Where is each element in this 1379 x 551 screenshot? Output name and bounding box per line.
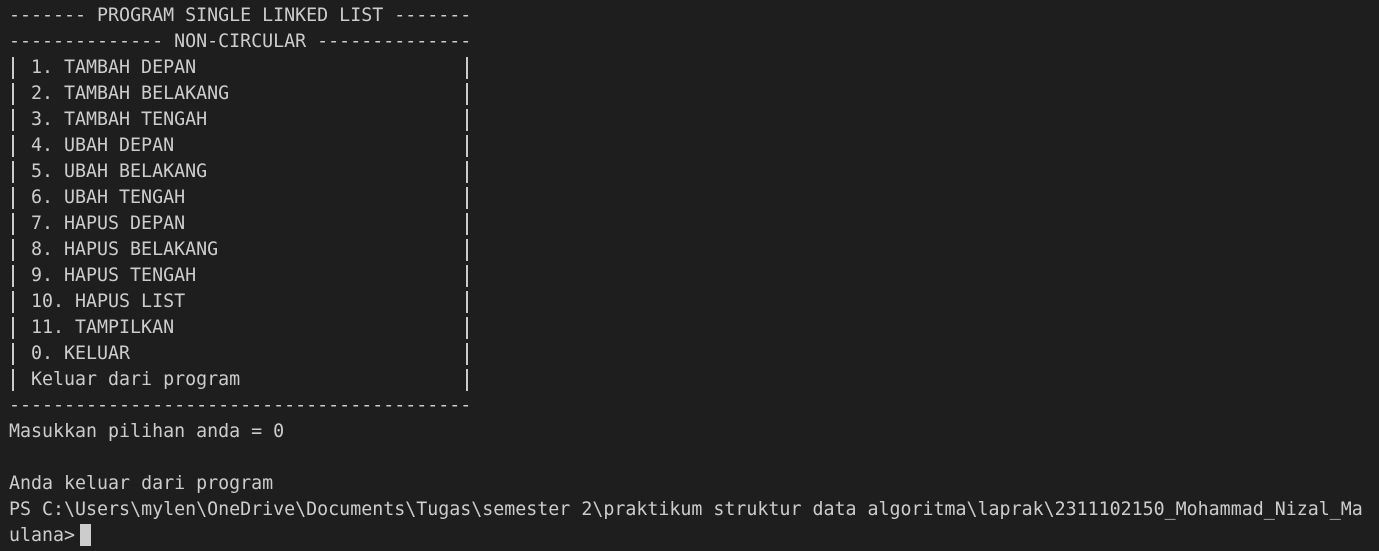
menu-item-label: 4. UBAH DEPAN bbox=[31, 135, 175, 156]
menu-item-label: 6. UBAH TENGAH bbox=[31, 187, 186, 208]
menu-border-right bbox=[466, 265, 468, 287]
powershell-prompt-path: PS C:\Users\mylen\OneDrive\Documents\Tug… bbox=[9, 499, 1363, 520]
terminal-window[interactable]: { "header": { "title_line": "------- PRO… bbox=[0, 0, 1379, 551]
menu-border-left bbox=[12, 109, 14, 131]
menu-border-left bbox=[12, 161, 14, 183]
menu-item-label: Keluar dari program bbox=[31, 369, 241, 390]
menu-border-right bbox=[466, 109, 468, 131]
menu-item: 0. KELUAR bbox=[9, 341, 1379, 367]
terminal-output: ------- PROGRAM SINGLE LINKED LIST -----… bbox=[9, 3, 1379, 549]
menu-item: 8. HAPUS BELAKANG bbox=[9, 237, 1379, 263]
powershell-prompt-end: ulana> bbox=[9, 525, 76, 546]
menu-item-label: 0. KELUAR bbox=[31, 343, 131, 364]
menu-item: 6. UBAH TENGAH bbox=[9, 185, 1379, 211]
powershell-prompt-line[interactable]: ulana> bbox=[9, 523, 1379, 549]
menu-item: 5. UBAH BELAKANG bbox=[9, 159, 1379, 185]
header-title-line: ------- PROGRAM SINGLE LINKED LIST -----… bbox=[9, 5, 472, 26]
header-subtitle-line: -------------- NON-CIRCULAR ------------… bbox=[9, 31, 472, 52]
menu-item: Keluar dari program bbox=[9, 367, 1379, 393]
menu-border-right bbox=[466, 369, 468, 391]
menu-border-right bbox=[466, 83, 468, 105]
menu-border-left bbox=[12, 265, 14, 287]
menu-border-left bbox=[12, 317, 14, 339]
menu-item-label: 7. HAPUS DEPAN bbox=[31, 213, 186, 234]
menu-item-label: 5. UBAH BELAKANG bbox=[31, 161, 208, 182]
menu-border-right bbox=[466, 57, 468, 79]
menu-border-left bbox=[12, 57, 14, 79]
menu-border-left bbox=[12, 83, 14, 105]
menu-item-label: 3. TAMBAH TENGAH bbox=[31, 109, 208, 130]
menu-item-label: 11. TAMPILKAN bbox=[31, 317, 175, 338]
menu-item-label: 9. HAPUS TENGAH bbox=[31, 265, 197, 286]
menu-border-right bbox=[466, 317, 468, 339]
menu-border-right bbox=[466, 187, 468, 209]
menu-border-left bbox=[12, 239, 14, 261]
menu-border-right bbox=[466, 213, 468, 235]
menu-border-left bbox=[12, 343, 14, 365]
menu-item: 3. TAMBAH TENGAH bbox=[9, 107, 1379, 133]
menu-bottom-line: ----------------------------------------… bbox=[9, 395, 472, 416]
menu-border-left bbox=[12, 135, 14, 157]
menu-item: 9. HAPUS TENGAH bbox=[9, 263, 1379, 289]
menu-item: 4. UBAH DEPAN bbox=[9, 133, 1379, 159]
menu-border-right bbox=[466, 343, 468, 365]
menu-item-label: 10. HAPUS LIST bbox=[31, 291, 186, 312]
exit-message: Anda keluar dari program bbox=[9, 473, 274, 494]
menu-border-right bbox=[466, 291, 468, 313]
menu-border-right bbox=[466, 239, 468, 261]
menu-item-label: 1. TAMBAH DEPAN bbox=[31, 57, 197, 78]
choice-input-line: Masukkan pilihan anda = 0 bbox=[9, 421, 285, 442]
menu-border-left bbox=[12, 213, 14, 235]
menu-item: 11. TAMPILKAN bbox=[9, 315, 1379, 341]
menu-border-left bbox=[12, 187, 14, 209]
menu-item: 10. HAPUS LIST bbox=[9, 289, 1379, 315]
menu-item-label: 8. HAPUS BELAKANG bbox=[31, 239, 219, 260]
menu-item: 7. HAPUS DEPAN bbox=[9, 211, 1379, 237]
menu-border-left bbox=[12, 291, 14, 313]
menu-border-left bbox=[12, 369, 14, 391]
menu-border-right bbox=[466, 161, 468, 183]
menu-item: 1. TAMBAH DEPAN bbox=[9, 55, 1379, 81]
text-cursor[interactable] bbox=[80, 524, 92, 546]
menu-border-right bbox=[466, 135, 468, 157]
menu-item: 2. TAMBAH BELAKANG bbox=[9, 81, 1379, 107]
menu-item-label: 2. TAMBAH BELAKANG bbox=[31, 83, 230, 104]
